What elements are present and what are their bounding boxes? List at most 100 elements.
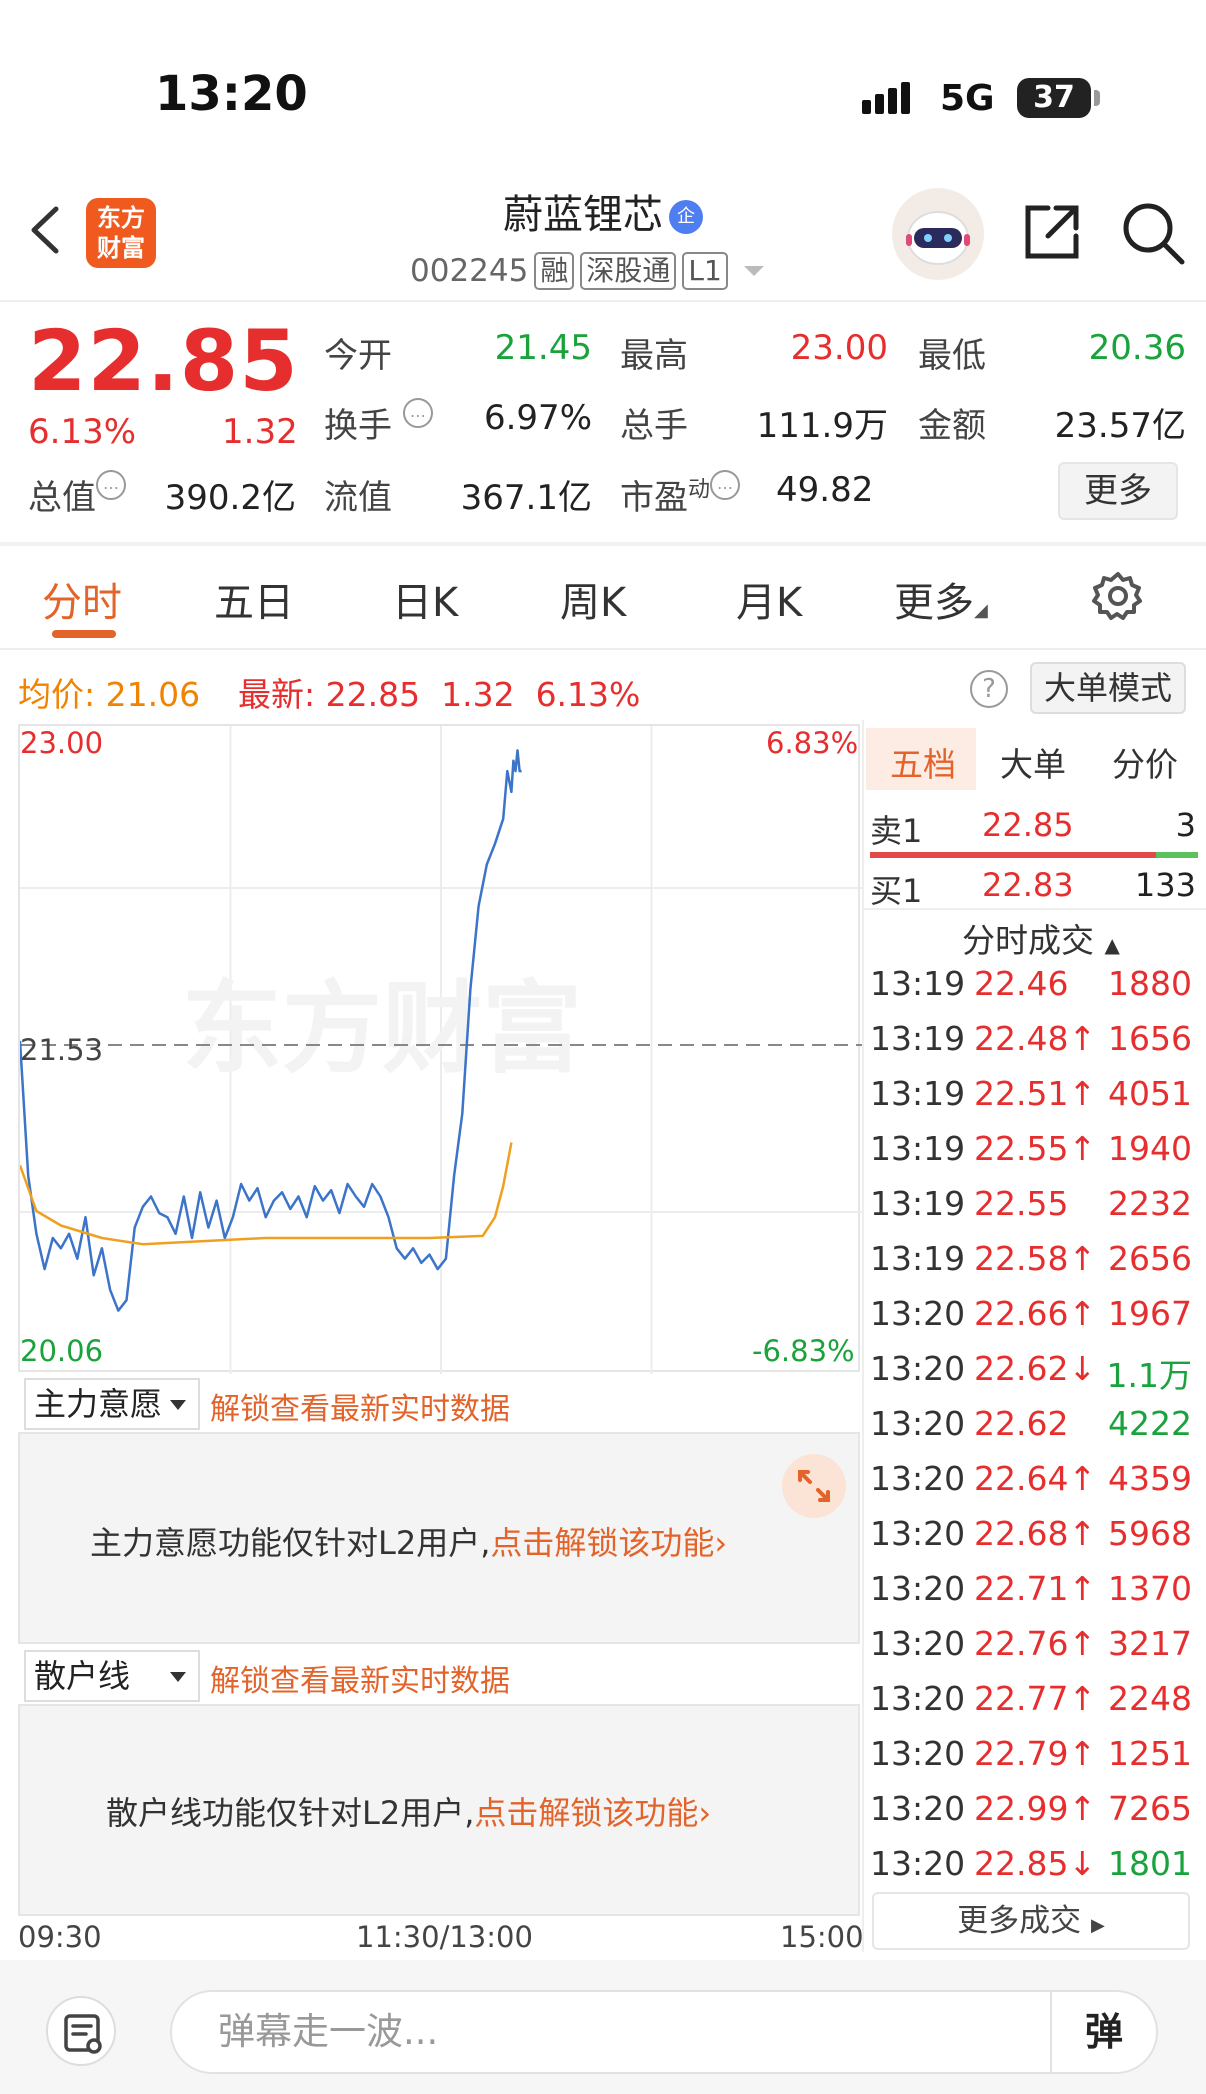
trade-volume: 2656 [1108,1239,1192,1278]
search-icon[interactable] [1120,200,1186,266]
trade-volume: 1880 [1108,964,1192,1003]
pe-label[interactable]: 市盈动… [620,470,741,519]
trade-volume: 1967 [1108,1294,1192,1333]
divider [862,908,1206,910]
mktcap-label[interactable]: 总值… [28,470,126,519]
more-quote-button[interactable]: 更多 [1058,462,1178,520]
trade-time: 13:20 [870,1679,966,1718]
trade-price: 22.79↑ [974,1734,1097,1773]
trade-volume: 7265 [1108,1789,1192,1828]
trade-row: 13:19 22.58↑ 2656 [870,1239,1200,1294]
trades-title[interactable]: 分时成交 ▲ [962,914,1120,962]
trade-time: 13:19 [870,1019,966,1058]
buy-bar [1156,852,1198,858]
retail-line-message: 散户线功能仅针对L2用户,点击解锁该功能› [106,1788,711,1834]
buy1-volume: 133 [1134,866,1196,904]
trade-price: 22.51↑ [974,1074,1097,1113]
buy1-label: 买1 [870,872,923,910]
tag-level: L1 [682,252,728,290]
latest-label: 最新: [238,675,316,714]
danmu-toggle-button[interactable]: 弹 [1050,1992,1156,2072]
main-force-select[interactable]: 主力意愿 [24,1378,200,1430]
trade-row: 13:20 22.68↑ 5968 [870,1514,1200,1569]
caret-right-icon: ▶ [1091,1915,1105,1936]
stock-subtitle[interactable]: 002245 融 深股通 L1 [410,252,764,290]
mktcap-value: 390.2亿 [164,478,296,518]
comment-icon[interactable] [46,1996,116,2066]
trades-title-text: 分时成交 [962,921,1094,960]
intraday-chart[interactable]: 东方财富 [18,724,862,1374]
more-trades-button[interactable]: 更多成交 ▶ [872,1892,1190,1950]
tab-five-levels[interactable]: 五档 [890,738,956,786]
more-trades-label: 更多成交 [957,1903,1082,1939]
main-force-text: 主力意愿功能仅针对L2用户, [90,1524,491,1562]
main-force-message: 主力意愿功能仅针对L2用户,点击解锁该功能› [90,1518,727,1564]
info-icon[interactable]: … [710,470,741,500]
tab-intraday[interactable]: 分时 [42,570,122,628]
chevron-down-icon [170,1400,186,1410]
retail-line-unlock-link[interactable]: 点击解锁该功能 [474,1794,698,1832]
tab-big-orders[interactable]: 大单 [1000,738,1066,786]
chevron-right-icon: › [714,1524,728,1562]
sort-up-icon: ▲ [1104,933,1120,957]
latest-price: 最新: 22.85 1.32 6.13% [238,668,640,716]
trade-volume: 1940 [1108,1129,1192,1168]
trade-price: 22.68↑ [974,1514,1097,1553]
latest-value: 22.85 [325,675,421,714]
open-label: 今开 [324,336,392,376]
robot-avatar-icon[interactable] [892,188,984,280]
tab-underline [52,630,116,638]
tab-more[interactable]: 更多◢ [894,570,988,628]
battery-icon: 37 [1017,78,1091,118]
divider [0,542,1206,546]
low-label: 最低 [918,336,986,376]
tab-price-dist[interactable]: 分价 [1112,738,1178,786]
intraday-chart-svg: 东方财富 [18,726,862,1374]
high-value: 23.00 [790,328,888,368]
gear-icon[interactable] [1092,570,1144,622]
latest-change: 1.32 [441,675,515,714]
trade-price: 22.62 [974,1404,1069,1443]
expand-icon[interactable] [782,1454,846,1518]
retail-unlock-link[interactable]: 解锁查看最新实时数据 [210,1656,510,1700]
high-label: 最高 [620,336,688,376]
info-icon[interactable]: … [402,398,433,428]
buy1-price: 22.83 [982,866,1074,904]
chevron-down-icon[interactable] [743,266,764,276]
y-tick-low: 20.06 [20,1334,104,1368]
tab-week-k[interactable]: 周K [560,570,626,628]
status-time: 13:20 [155,66,308,122]
tab-5day[interactable]: 五日 [214,570,294,628]
trade-row: 13:20 22.66↑ 1967 [870,1294,1200,1349]
sell-bar [870,852,1156,858]
tab-month-k[interactable]: 月K [736,570,802,628]
turnover-label[interactable]: 换手 … [324,398,433,447]
share-icon[interactable] [1020,200,1084,264]
trade-time: 13:20 [870,1349,966,1388]
retail-line-select-label: 散户线 [34,1657,131,1695]
big-order-mode-button[interactable]: 大单模式 [1030,662,1186,714]
x-tick-midday: 11:30/13:00 [356,1920,533,1954]
trade-time: 13:20 [870,1294,966,1333]
amount-value: 23.57亿 [1054,406,1186,446]
tab-day-k[interactable]: 日K [392,570,458,628]
main-force-unlock-link[interactable]: 点击解锁该功能 [490,1524,714,1562]
turnover-label-text: 换手 [324,406,392,446]
trade-volume: 1801 [1108,1844,1192,1883]
danmu-input[interactable]: 弹幕走一波... [170,1990,1158,2074]
trade-volume: 1656 [1108,1019,1192,1058]
pe-label-text: 市盈 [620,478,688,518]
trade-volume: 4222 [1108,1404,1192,1443]
trade-price: 22.71↑ [974,1569,1097,1608]
trade-price: 22.46 [974,964,1069,1003]
trade-row: 13:19 22.46 1880 [870,964,1200,1019]
trade-price: 22.55 [974,1184,1069,1223]
change-percent: 6.13% [28,412,137,452]
trade-price: 22.48↑ [974,1019,1097,1058]
retail-line-select[interactable]: 散户线 [24,1650,200,1702]
main-unlock-link[interactable]: 解锁查看最新实时数据 [210,1384,510,1428]
info-icon[interactable]: … [96,470,126,500]
change-amount: 1.32 [222,412,298,452]
help-icon[interactable]: ? [970,670,1008,708]
trade-row: 13:19 22.55↑ 1940 [870,1129,1200,1184]
